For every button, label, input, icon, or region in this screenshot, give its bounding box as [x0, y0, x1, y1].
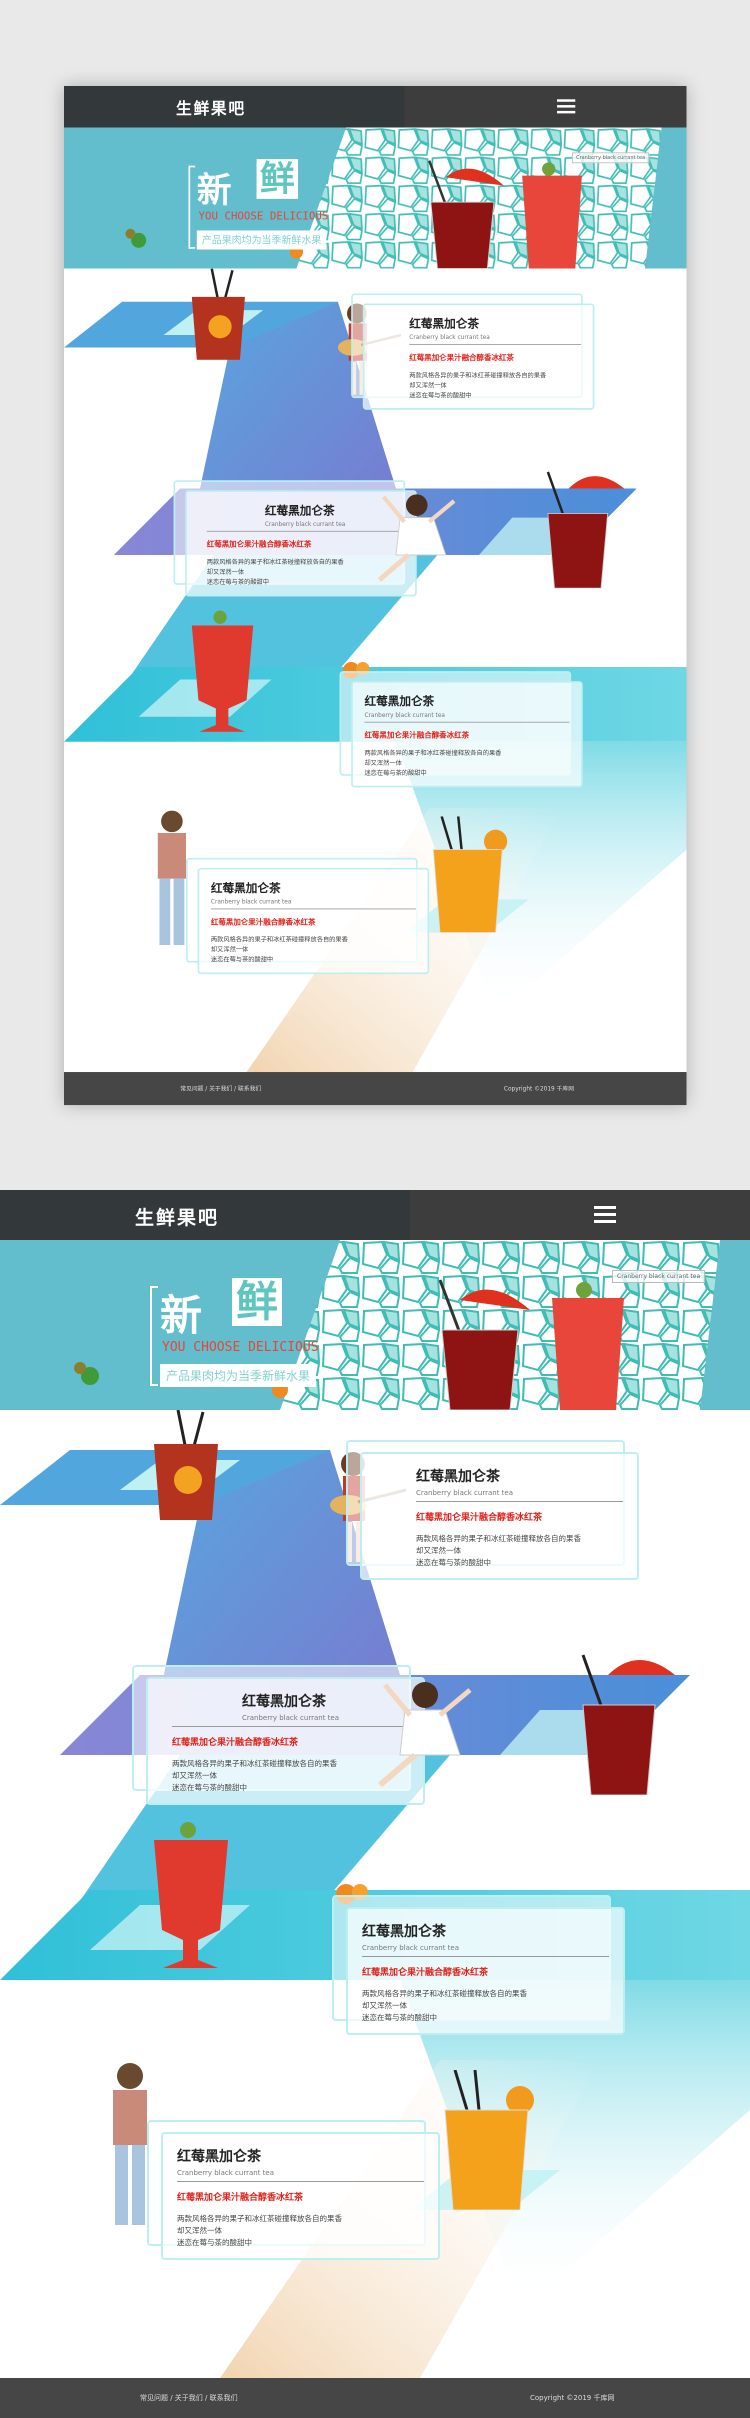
mockup-preview-full: 生鲜果吧 新 鲜 YOU CHOOSE DELICIOUS 产品果肉均为当季新鲜… — [0, 1190, 750, 2418]
iced-tea-umbrella-image — [428, 160, 504, 269]
strawberry-juice-image — [522, 162, 582, 269]
product-showcase: 红莓黑加仑茶 Cranberry black currant tea 红莓黑加仑… — [64, 268, 687, 1073]
product-desc-line: 两款风格各异的果子和冰红茶碰撞释放各自的果香 — [210, 935, 348, 944]
landing-page: 生鲜果吧 新 鲜 YOU CHOOSE DELICIOUS 产品果肉均为当季新鲜… — [64, 86, 687, 1106]
product-card-1[interactable]: 红莓黑加仑茶 Cranberry black currant tea 红莓黑加仑… — [346, 1440, 639, 1580]
product-highlight: 红莓黑加仑果汁融合醇香冰红茶 — [416, 1513, 543, 1523]
product-subtitle: Cranberry black currant tea — [177, 2166, 424, 2182]
footer-copyright: Copyright ©2019 千库网 — [530, 2394, 615, 2402]
product-showcase: 红莓黑加仑茶 Cranberry black currant tea 红莓黑加仑… — [0, 1410, 750, 2378]
header-mosaic-bg — [410, 1190, 750, 1240]
hero-banner: 新 鲜 YOU CHOOSE DELICIOUS 产品果肉均为当季新鲜水果 Cr… — [0, 1240, 750, 1410]
hero-title-char-2: 鲜 — [232, 1278, 283, 1326]
product-card-3[interactable]: 红莓黑加仑茶 Cranberry black currant tea 红莓黑加仑… — [332, 1895, 625, 2035]
hero-slogan-en: YOU CHOOSE DELICIOUS — [162, 1340, 319, 1355]
product-desc-line: 却又浑然一体 — [362, 2001, 407, 2010]
sitting-girl-illustration — [377, 494, 456, 582]
product-desc-line: 迷恋在莓与茶的酸甜中 — [409, 391, 472, 399]
product-subtitle: Cranberry black currant tea — [362, 1941, 609, 1957]
product-card-1[interactable]: 红莓黑加仑茶 Cranberry black currant tea 红莓黑加仑… — [351, 293, 595, 410]
top-nav-bar: 生鲜果吧 — [0, 1190, 750, 1240]
strawberry-juice-image — [154, 1822, 228, 1968]
orange-juice-image — [444, 2070, 534, 2210]
product-desc-line: 却又浑然一体 — [210, 945, 249, 954]
footer: 常见问题 / 关于我们 / 联系我们 Copyright ©2019 千库网 — [0, 2378, 750, 2418]
mockup-preview-scaled: 生鲜果吧 新 鲜 YOU CHOOSE DELICIOUS 产品果肉均为当季新鲜… — [64, 86, 687, 1106]
product-card-4[interactable]: 红莓黑加仑茶 Cranberry black currant tea 红莓黑加仑… — [186, 857, 430, 975]
product-highlight: 红莓黑加仑果汁融合醇香冰红茶 — [362, 1968, 489, 1978]
product-title: 红莓黑加仑茶 — [362, 1924, 446, 1940]
product-desc-line: 两款风格各异的果子和冰红茶碰撞释放各自的果香 — [364, 749, 502, 757]
product-highlight: 红莓黑加仑果汁融合醇香冰红茶 — [177, 2193, 304, 2203]
product-desc-line: 迷恋在莓与茶的酸甜中 — [362, 2013, 437, 2022]
hamburger-menu-icon[interactable] — [594, 1206, 616, 1224]
sitting-girl-illustration — [378, 1682, 472, 1788]
brand-logo[interactable]: 生鲜果吧 — [135, 1203, 219, 1230]
header-mosaic-bg — [404, 86, 687, 128]
product-highlight: 红莓黑加仑果汁融合醇香冰红茶 — [210, 918, 316, 927]
product-title: 红莓黑加仑茶 — [409, 317, 479, 331]
hero-slogan-en: YOU CHOOSE DELICIOUS — [198, 210, 329, 223]
product-desc-line: 却又浑然一体 — [409, 381, 447, 389]
hero-banner: 新 鲜 YOU CHOOSE DELICIOUS 产品果肉均为当季新鲜水果 Cr… — [64, 127, 687, 269]
product-desc-line: 两款风格各异的果子和冰红茶碰撞释放各自的果香 — [362, 1989, 527, 1998]
product-subtitle: Cranberry black currant tea — [364, 709, 570, 723]
product-card-4[interactable]: 红莓黑加仑茶 Cranberry black currant tea 红莓黑加仑… — [147, 2120, 440, 2260]
landing-page: 生鲜果吧 新 鲜 YOU CHOOSE DELICIOUS 产品果肉均为当季新鲜… — [0, 1190, 750, 2418]
product-desc-line: 迷恋在莓与茶的酸甜中 — [210, 955, 274, 964]
lemon-iced-tea-image — [154, 1410, 218, 1520]
brand-logo[interactable]: 生鲜果吧 — [176, 97, 246, 119]
hero-slogan-cn: 产品果肉均为当季新鲜水果 — [160, 1364, 317, 1387]
footer: 常见问题 / 关于我们 / 联系我们 Copyright ©2019 千库网 — [64, 1072, 687, 1106]
hamburger-menu-icon[interactable] — [557, 99, 576, 114]
hero-title-char-1: 新 — [160, 1291, 203, 1340]
product-desc-line: 迷恋在莓与茶的酸甜中 — [177, 2238, 252, 2247]
title-bracket — [188, 165, 196, 249]
iced-tea-umbrella-image — [581, 1654, 675, 1795]
orange-juice-image — [432, 816, 508, 933]
product-title: 红莓黑加仑茶 — [416, 1469, 500, 1485]
product-desc-line: 两款风格各异的果子和冰红茶碰撞释放各自的果香 — [177, 2214, 342, 2223]
title-bracket — [150, 1286, 158, 1386]
hero-background — [0, 1240, 750, 1410]
product-title: 红莓黑加仑茶 — [364, 695, 435, 709]
strawberry-juice-image — [552, 1282, 624, 1410]
product-highlight: 红莓黑加仑果汁融合醇香冰红茶 — [409, 354, 514, 363]
product-title: 红莓黑加仑茶 — [177, 2149, 261, 2165]
footer-copyright: Copyright ©2019 千库网 — [503, 1085, 575, 1092]
product-desc-line: 却又浑然一体 — [364, 759, 402, 767]
iced-tea-umbrella-image — [546, 471, 625, 589]
hero-slogan-cn: 产品果肉均为当季新鲜水果 — [196, 230, 327, 250]
hero-title-char-1: 新 — [196, 169, 232, 211]
product-subtitle: Cranberry black currant tea — [409, 332, 582, 345]
lemon-iced-tea-image — [191, 268, 245, 360]
product-subtitle: Cranberry black currant tea — [416, 1486, 623, 1502]
product-highlight: 红莓黑加仑果汁融合醇香冰红茶 — [364, 731, 470, 741]
iced-tea-umbrella-image — [438, 1279, 530, 1410]
footer-links[interactable]: 常见问题 / 关于我们 / 联系我们 — [140, 2393, 238, 2403]
product-desc-line: 迷恋在莓与茶的酸甜中 — [364, 769, 427, 777]
top-nav-bar: 生鲜果吧 — [64, 86, 687, 128]
product-desc-line: 却又浑然一体 — [177, 2226, 222, 2235]
product-desc-line: 迷恋在莓与茶的酸甜中 — [416, 1558, 491, 1567]
product-desc-line: 却又浑然一体 — [416, 1546, 461, 1555]
hero-title-char-2: 鲜 — [256, 159, 299, 199]
product-card-3[interactable]: 红莓黑加仑茶 Cranberry black currant tea 红莓黑加仑… — [339, 671, 583, 788]
footer-links[interactable]: 常见问题 / 关于我们 / 联系我们 — [180, 1084, 261, 1092]
product-title: 红莓黑加仑茶 — [210, 881, 281, 896]
strawberry-juice-image — [191, 610, 254, 732]
product-desc-line: 两款风格各异的果子和冰红茶碰撞释放各自的果香 — [416, 1534, 581, 1543]
product-subtitle: Cranberry black currant tea — [210, 896, 416, 910]
product-desc-line: 两款风格各异的果子和冰红茶碰撞释放各自的果香 — [409, 371, 547, 379]
hero-background — [64, 127, 687, 269]
